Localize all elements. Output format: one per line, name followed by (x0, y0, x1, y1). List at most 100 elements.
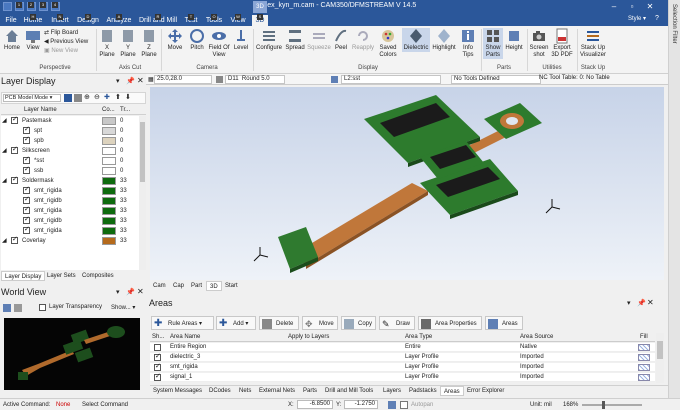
color-column[interactable]: Co... (102, 106, 115, 115)
tab-analyze[interactable]: A Analyze (105, 14, 133, 26)
layer-transparency[interactable]: 0 (120, 136, 123, 146)
tab-view[interactable]: W View (228, 14, 248, 26)
layer-checkbox[interactable] (11, 145, 18, 155)
tab-layers[interactable]: Layers (380, 386, 404, 396)
shown-column[interactable]: Sh... (152, 333, 164, 342)
area-row[interactable]: Entire Region Entire Native (150, 343, 655, 352)
export-3d-pdf-button[interactable]: Export 3D PDF (551, 28, 573, 59)
layer-transparency[interactable]: 33 (120, 236, 127, 246)
pin-icon[interactable]: 📌 (126, 288, 135, 296)
move-up-icon[interactable]: ⬆ (115, 94, 121, 102)
show-menu[interactable]: Show... ▾ (111, 304, 135, 311)
layer-scrollbar[interactable] (139, 116, 146, 270)
layer-color-swatch[interactable] (102, 127, 116, 135)
layer-checkbox[interactable] (23, 205, 30, 215)
layer-checkbox[interactable] (11, 116, 18, 125)
layer-checkbox[interactable] (23, 195, 30, 205)
layer-transparency[interactable]: 33 (120, 216, 127, 226)
show-parts-button[interactable]: Show Parts (483, 28, 503, 59)
layer-transparency[interactable]: 0 (120, 166, 123, 176)
tab-design[interactable]: D Design (76, 14, 100, 26)
layer-row[interactable]: ssb 0 (1, 165, 146, 176)
layer-row[interactable]: *sst 0 (1, 155, 146, 166)
tab-part[interactable]: Part (188, 281, 205, 291)
layer-transparency[interactable]: 33 (120, 196, 127, 206)
layer-row[interactable]: ◢ Coverlay 33 (1, 235, 146, 246)
layer-checkbox[interactable] (23, 155, 30, 165)
fill-column[interactable]: Fill (640, 333, 648, 342)
layer-checkbox[interactable] (23, 225, 30, 235)
layer-row[interactable]: smt_rigida 33 (1, 225, 146, 236)
save-icon[interactable] (64, 94, 72, 102)
info-tips-button[interactable]: Info Tips (458, 28, 478, 59)
layer-color-swatch[interactable] (102, 217, 116, 225)
pin-icon[interactable]: 📌 (126, 77, 135, 85)
tab-areas[interactable]: Areas (440, 386, 464, 396)
zoom-slider[interactable] (582, 401, 642, 409)
tab-parts[interactable]: Parts (300, 386, 320, 396)
tab-start[interactable]: Start (222, 281, 241, 291)
layer-row[interactable]: ◢Pastemask0 (1, 116, 146, 126)
tab-home[interactable]: H Home (22, 14, 44, 26)
layer-transparency[interactable]: 0 (120, 116, 123, 126)
highlight-button[interactable]: Highlight (431, 28, 457, 52)
layer-row[interactable]: smt_rigidb 33 (1, 195, 146, 206)
area-row[interactable]: smt_rigida Layer Profile Imported (150, 362, 655, 372)
area-shown-checkbox[interactable] (154, 344, 161, 351)
close-panel-icon[interactable]: ✕ (647, 298, 654, 307)
y-coordinate-field[interactable]: -1.2750 (344, 400, 378, 409)
transparency-column[interactable]: Tr... (120, 106, 130, 115)
area-type-column[interactable]: Area Type (405, 333, 432, 342)
dropdown-icon[interactable]: ▾ (627, 299, 631, 307)
move-down-icon[interactable]: ⬇ (125, 94, 131, 102)
layer-color-swatch[interactable] (102, 117, 116, 125)
area-properties-button[interactable]: Area Properties (418, 316, 482, 330)
area-source-column[interactable]: Area Source (520, 333, 553, 342)
layer-color-swatch[interactable] (102, 237, 116, 245)
z-plane-button[interactable]: Z Plane (141, 28, 157, 59)
expand-toggle-icon[interactable]: ◢ (2, 176, 7, 186)
tab-composites[interactable]: Composites (79, 271, 117, 281)
aperture-select[interactable]: D11 Round 5.0 (225, 75, 285, 84)
collapse-icon[interactable]: ⊖ (94, 94, 100, 102)
dropdown-icon[interactable]: ▾ (116, 288, 120, 296)
tab-system-messages[interactable]: System Messages (150, 386, 205, 396)
view-button[interactable]: View (23, 28, 43, 52)
layer-color-swatch[interactable] (102, 157, 116, 165)
layer-checkbox[interactable] (23, 125, 30, 135)
area-shown-checkbox[interactable] (154, 362, 161, 371)
area-row[interactable]: dielectric_3 Layer Profile Imported (150, 352, 655, 362)
x-coordinate-field[interactable]: -6.8500 (297, 400, 333, 409)
reapply-button[interactable]: Reapply (351, 28, 375, 52)
close-icon[interactable]: ✕ (643, 1, 657, 12)
tab-file[interactable]: File (2, 15, 20, 26)
level-button[interactable]: Level (232, 28, 250, 52)
previous-view-button[interactable]: ◀ Previous View (44, 38, 88, 47)
tools-select[interactable]: No Tools Defined (451, 75, 541, 84)
dropdown-icon[interactable]: ▾ (116, 77, 120, 85)
height-button[interactable]: Height (504, 28, 524, 52)
world-view-refresh-icon[interactable] (14, 304, 22, 312)
tab-cam[interactable]: Cam (150, 281, 169, 291)
y-plane-button[interactable]: Y Plane (120, 28, 136, 59)
layer-row[interactable]: smt_rigidb 33 (1, 215, 146, 226)
tab-dcodes[interactable]: DCodes (206, 386, 234, 396)
autopan-checkbox[interactable] (400, 401, 408, 409)
area-shown-checkbox[interactable] (154, 352, 161, 361)
options-icon[interactable] (74, 94, 82, 102)
area-row[interactable]: signal_1 Layer Profile Imported (150, 372, 655, 382)
selection-filter-strip[interactable]: Selection Filter (668, 0, 680, 410)
layer-checkbox[interactable] (23, 215, 30, 225)
snap-icon[interactable] (388, 401, 396, 409)
layer-checkbox[interactable] (23, 165, 30, 175)
rule-areas-button[interactable]: ✚ Rule Areas ▾ (151, 316, 214, 330)
spread-button[interactable]: Spread (284, 28, 306, 52)
layer-transparency[interactable]: 33 (120, 176, 127, 186)
copy-area-button[interactable]: Copy (341, 316, 376, 330)
style-menu[interactable]: Style ▾ (628, 15, 646, 22)
expand-icon[interactable]: ⊕ (84, 94, 90, 102)
layer-checkbox[interactable] (11, 175, 18, 185)
tab-layer-display[interactable]: Layer Display (1, 271, 46, 281)
field-of-view-button[interactable]: Field Of View (207, 28, 231, 59)
layer-transparency-checkbox[interactable] (39, 304, 46, 311)
